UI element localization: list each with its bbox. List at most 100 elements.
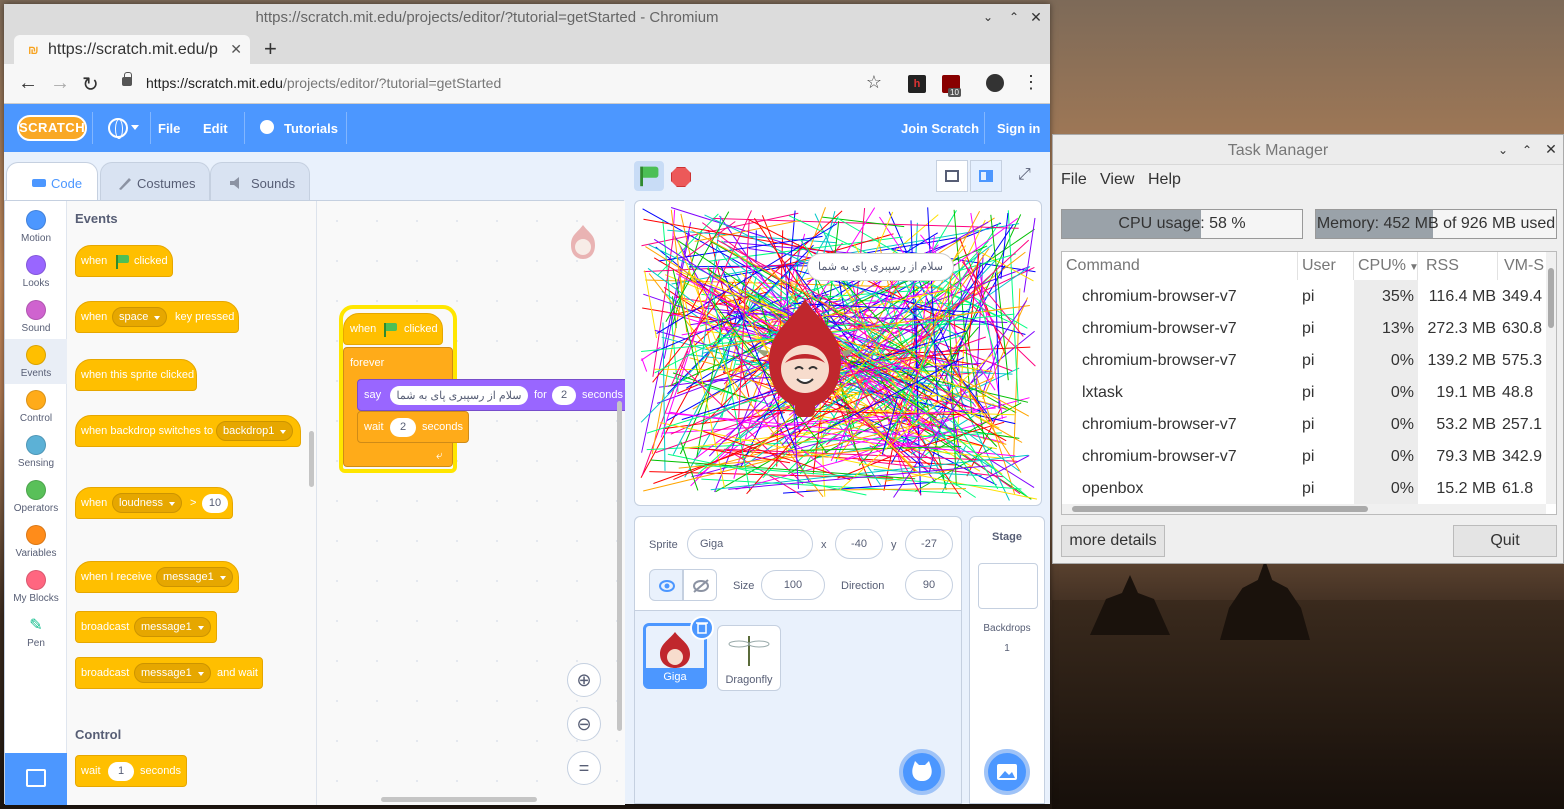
category-events[interactable]: Events (5, 339, 67, 384)
sprite-card-giga[interactable]: Giga (643, 616, 714, 689)
table-row[interactable]: chromium-browser-v7 pi 35% 116.4 MB 349.4 (1062, 282, 1556, 314)
close-icon[interactable]: ✕ (1028, 10, 1044, 24)
wait-seconds-input[interactable]: 2 (390, 418, 416, 437)
browser-menu-icon[interactable]: ⋮ (1022, 72, 1040, 93)
add-extension-button[interactable] (5, 753, 67, 805)
block-when-loudness[interactable]: when loudness > 10 (75, 487, 233, 519)
list-scrollbar-horizontal[interactable] (1062, 504, 1546, 514)
block-when-backdrop-switches[interactable]: when backdrop switches to backdrop1 (75, 415, 301, 447)
block-when-key-pressed[interactable]: when space key pressed (75, 301, 239, 333)
category-looks[interactable]: Looks (5, 249, 67, 294)
category-sound[interactable]: Sound (5, 294, 67, 339)
table-row[interactable]: lxtask pi 0% 19.1 MB 48.8 (1062, 378, 1556, 410)
script-when-flag-clicked[interactable]: when clicked (343, 313, 443, 345)
sign-in-link[interactable]: Sign in (997, 121, 1040, 136)
sensor-dropdown[interactable]: loudness (112, 493, 183, 513)
say-seconds-input[interactable]: 2 (552, 386, 576, 405)
size-field[interactable]: 100 (761, 570, 825, 600)
join-scratch-link[interactable]: Join Scratch (901, 121, 979, 136)
say-text-input[interactable]: سلام از رسپبری پای به شما (390, 386, 528, 405)
y-field[interactable]: -27 (905, 529, 953, 559)
show-sprite-button[interactable] (649, 569, 683, 601)
menu-view[interactable]: View (1100, 171, 1134, 189)
message-dropdown[interactable]: message1 (156, 567, 233, 587)
menu-tutorials[interactable]: Tutorials (284, 121, 338, 136)
workspace-scrollbar-vertical[interactable] (617, 401, 622, 731)
category-motion[interactable]: Motion (5, 204, 67, 249)
quit-button[interactable]: Quit (1453, 525, 1557, 557)
maximize-icon[interactable]: ⌃ (1519, 143, 1535, 157)
block-when-i-receive[interactable]: when I receive message1 (75, 561, 239, 593)
tab-sounds[interactable]: Sounds (210, 162, 310, 200)
zoom-reset-button[interactable]: = (567, 751, 601, 785)
scroll-thumb[interactable] (1548, 268, 1554, 328)
maximize-icon[interactable]: ⌃ (1006, 10, 1022, 24)
giga-sprite[interactable] (755, 297, 855, 419)
wait-value[interactable]: 1 (108, 762, 134, 781)
table-row[interactable]: chromium-browser-v7 pi 0% 79.3 MB 342.9 (1062, 442, 1556, 474)
palette-scrollbar[interactable] (309, 431, 314, 487)
table-row[interactable]: chromium-browser-v7 pi 0% 139.2 MB 575.3 (1062, 346, 1556, 378)
profile-icon[interactable] (986, 74, 1004, 92)
x-field[interactable]: -40 (835, 529, 883, 559)
backdrop-dropdown[interactable]: backdrop1 (216, 421, 294, 441)
workspace-scrollbar-horizontal[interactable] (381, 797, 537, 802)
new-tab-icon[interactable]: + (264, 36, 277, 62)
menu-file[interactable]: File (158, 121, 180, 136)
script-say-for-seconds[interactable]: say سلام از رسپبری پای به شما for 2 seco… (357, 379, 625, 411)
script-wait[interactable]: wait 2 seconds (357, 411, 469, 443)
column-header-user[interactable]: User (1298, 252, 1354, 280)
block-broadcast[interactable]: broadcast message1 (75, 611, 217, 643)
minimize-icon[interactable]: ⌄ (1495, 143, 1511, 157)
language-globe-icon[interactable] (108, 118, 128, 139)
stop-button[interactable] (671, 167, 691, 187)
zoom-in-button[interactable]: ⊕ (567, 663, 601, 697)
message-dropdown[interactable]: message1 (134, 617, 211, 637)
scratch-logo[interactable]: SCRATCH (17, 115, 87, 141)
block-when-flag-clicked[interactable]: when clicked (75, 245, 173, 277)
scroll-thumb[interactable] (1072, 506, 1368, 512)
menu-file[interactable]: File (1061, 171, 1087, 189)
block-broadcast-and-wait[interactable]: broadcast message1 and wait (75, 657, 263, 689)
more-details-button[interactable]: more details (1061, 525, 1165, 557)
extension-h-icon[interactable]: h (908, 75, 926, 93)
delete-sprite-button[interactable] (690, 616, 714, 640)
block-when-sprite-clicked[interactable]: when this sprite clicked (75, 359, 197, 391)
direction-field[interactable]: 90 (905, 570, 953, 600)
tab-code[interactable]: Code (6, 162, 98, 200)
tab-costumes[interactable]: Costumes (100, 162, 210, 200)
close-icon[interactable]: ✕ (1543, 142, 1559, 156)
process-list[interactable]: Command User CPU% ▼ RSS VM-S chromium-bro… (1061, 251, 1557, 515)
key-dropdown[interactable]: space (112, 307, 168, 327)
category-my-blocks[interactable]: My Blocks (5, 564, 67, 609)
category-control[interactable]: Control (5, 384, 67, 429)
browser-tab[interactable]: ₪ https://scratch.mit.edu/p ✕ (14, 35, 250, 64)
stage-pane[interactable]: Stage Backdrops 1 (969, 516, 1045, 804)
table-row[interactable]: openbox pi 0% 15.2 MB 61.8 (1062, 474, 1556, 506)
zoom-out-button[interactable]: ⊖ (567, 707, 601, 741)
message-dropdown[interactable]: message1 (134, 663, 211, 683)
column-header-rss[interactable]: RSS (1418, 252, 1498, 280)
normal-stage-button[interactable] (970, 160, 1002, 192)
table-row[interactable]: chromium-browser-v7 pi 0% 53.2 MB 257.1 (1062, 410, 1556, 442)
tab-close-icon[interactable]: ✕ (230, 41, 242, 58)
sprite-card-dragonfly[interactable]: Dragonfly (717, 625, 781, 691)
minimize-icon[interactable]: ⌄ (980, 10, 996, 24)
loudness-value[interactable]: 10 (202, 494, 228, 513)
fullscreen-button[interactable]: ⤢ (1010, 160, 1042, 192)
forward-icon[interactable]: → (50, 72, 70, 95)
script-workspace[interactable]: when clicked forever ⤶ say سلام از رسپبر… (317, 201, 625, 805)
bookmark-star-icon[interactable]: ☆ (866, 72, 882, 93)
table-row[interactable]: chromium-browser-v7 pi 13% 272.3 MB 630.8 (1062, 314, 1556, 346)
category-sensing[interactable]: Sensing (5, 429, 67, 474)
category-pen[interactable]: ✎ Pen (5, 609, 67, 654)
stage-canvas[interactable]: سلام از رسپبری پای به شما (634, 200, 1042, 506)
column-header-command[interactable]: Command (1062, 252, 1298, 280)
list-scrollbar-vertical[interactable] (1546, 252, 1556, 504)
choose-backdrop-button[interactable] (984, 749, 1030, 795)
url-field[interactable]: https://scratch.mit.edu/projects/editor/… (116, 68, 884, 100)
reload-icon[interactable]: ↻ (82, 72, 99, 97)
menu-help[interactable]: Help (1148, 171, 1181, 189)
back-icon[interactable]: ← (18, 72, 38, 95)
category-variables[interactable]: Variables (5, 519, 67, 564)
